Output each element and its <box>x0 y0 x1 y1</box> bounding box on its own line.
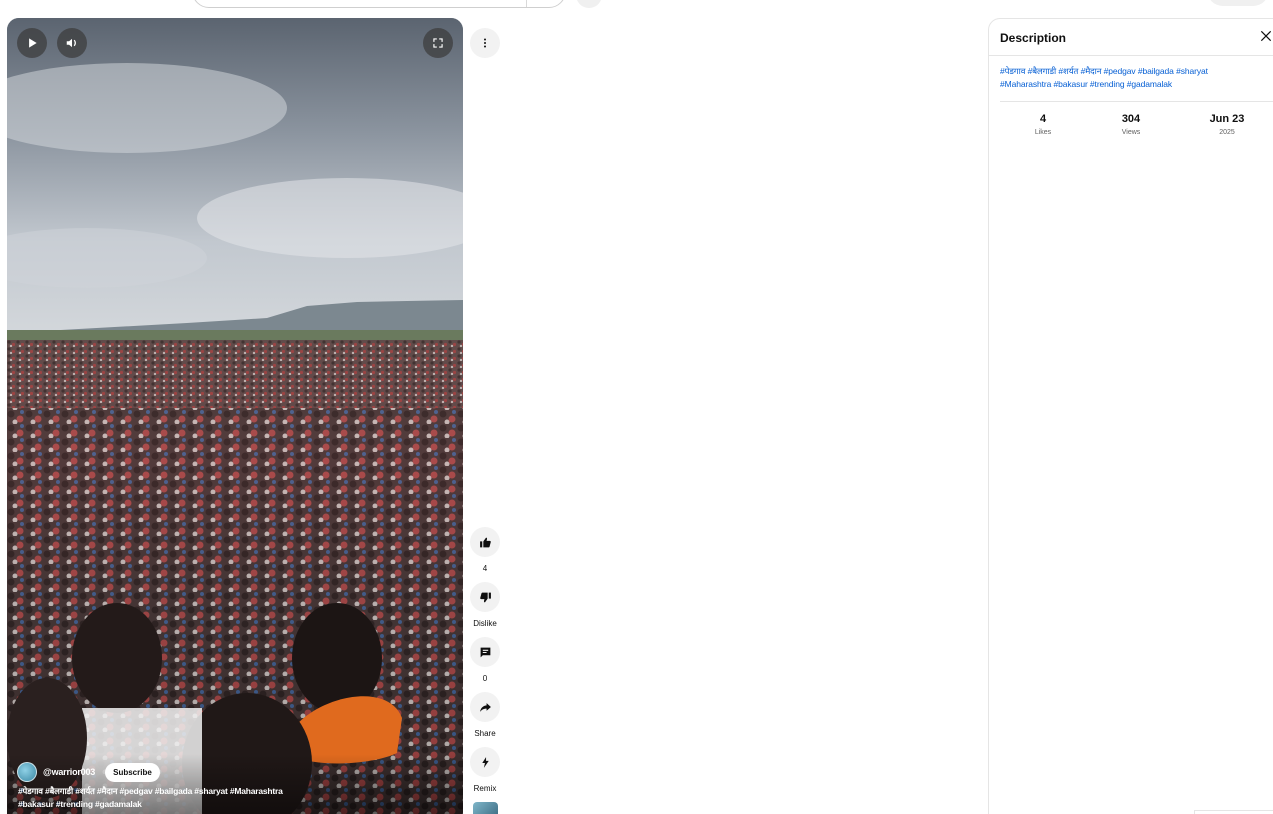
stat-value: 304 <box>1121 113 1141 125</box>
caption-line: #bakasur #trending #gadamalak <box>18 799 142 809</box>
channel-handle[interactable]: @warrior003 <box>43 767 95 777</box>
stat-value: 4 <box>1039 113 1047 125</box>
comment-button[interactable]: 0 <box>466 637 504 683</box>
share-button[interactable]: Share <box>466 692 504 738</box>
fullscreen-button[interactable] <box>423 28 453 58</box>
remix-button[interactable]: Remix <box>466 747 504 793</box>
panel-footer-edge <box>1194 810 1273 814</box>
panel-title: Description <box>1000 31 1067 45</box>
play-button[interactable] <box>17 28 47 58</box>
stat-value: Jun 23 <box>1209 113 1245 125</box>
stat-unit: Likes <box>1034 129 1052 136</box>
tags-line[interactable]: #Maharashtra #bakasur #trending #gadamal… <box>1000 78 1265 91</box>
comment-count: 0 <box>482 674 488 683</box>
more-vert-icon <box>484 38 486 48</box>
stat-likes: 4 Likes <box>1013 113 1073 136</box>
divider <box>1000 101 1273 102</box>
close-icon <box>1260 30 1272 42</box>
stat-unit: Views <box>1121 129 1141 136</box>
volume-button[interactable] <box>57 28 87 58</box>
stat-unit: 2025 <box>1219 129 1235 136</box>
voice-search-button[interactable] <box>576 0 602 8</box>
thumb-down-icon <box>479 592 491 602</box>
stat-views: 304 Views <box>1101 113 1161 136</box>
remix-label: Remix <box>473 784 497 793</box>
search-box[interactable] <box>192 0 566 8</box>
thumb-up-icon <box>479 537 491 547</box>
sound-thumbnail[interactable] <box>473 802 498 814</box>
subscribe-button[interactable]: Subscribe <box>105 762 160 782</box>
caption-line: #पेडगाव #बैलगाडी #शर्यत #मैदान #pedgav #… <box>18 786 283 796</box>
channel-info: @warrior003 Subscribe <box>17 762 160 782</box>
like-button[interactable]: 4 <box>466 527 504 573</box>
share-label: Share <box>474 729 496 738</box>
dislike-button[interactable]: Dislike <box>466 582 504 628</box>
like-count: 4 <box>482 564 488 573</box>
remix-icon <box>481 756 489 768</box>
stat-date: Jun 23 2025 <box>1197 113 1257 136</box>
more-options-button[interactable] <box>470 28 500 58</box>
close-button[interactable] <box>1259 29 1273 45</box>
description-tags[interactable]: #पेडगाव #बैलगाडी #शर्यत #मैदान #pedgav #… <box>1000 65 1265 91</box>
search-divider <box>526 0 527 7</box>
fullscreen-icon <box>433 38 443 48</box>
share-icon <box>479 702 491 712</box>
panel-header: Description <box>989 19 1273 56</box>
channel-avatar[interactable] <box>17 762 37 782</box>
video-player[interactable]: @warrior003 Subscribe #पेडगाव #बैलगाडी #… <box>7 18 463 814</box>
description-panel: Description #पेडगाव #बैलगाडी #शर्यत #मैद… <box>988 18 1273 814</box>
video-frame <box>7 18 463 814</box>
video-caption[interactable]: #पेडगाव #बैलगाडी #शर्यत #मैदान #pedgav #… <box>18 785 328 811</box>
play-icon <box>29 38 37 48</box>
header-action-button[interactable] <box>1207 0 1269 6</box>
dislike-label: Dislike <box>473 619 497 628</box>
tags-line[interactable]: #पेडगाव #बैलगाडी #शर्यत #मैदान #pedgav #… <box>1000 65 1265 78</box>
volume-icon <box>66 38 76 48</box>
comment-icon <box>480 647 490 657</box>
